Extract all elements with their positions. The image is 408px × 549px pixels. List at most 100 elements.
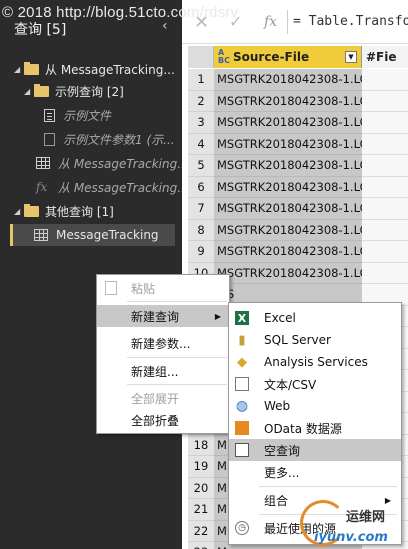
cube-icon: ◆ (237, 354, 247, 370)
row-number[interactable]: 4 (188, 133, 214, 155)
submenu-item-sql-server[interactable]: ▮ SQL Server (229, 329, 401, 351)
row-number[interactable]: 7 (188, 198, 214, 220)
tree-item-sample-file[interactable]: 示例文件 (44, 104, 111, 126)
submenu-item-analysis-services[interactable]: ◆ Analysis Services (229, 351, 401, 373)
table-cell-source-file[interactable]: MSGTRK2018042308-1.LOG (214, 241, 362, 263)
table-cell-source-file[interactable]: MSGTRK2018042308-1.LOG (214, 262, 362, 284)
tree-folder-other-queries[interactable]: ◢ 其他查询 [1] (14, 200, 114, 222)
table-cell-source-file[interactable]: MSGTRK2018042308-1.LOG (214, 219, 362, 241)
menu-item-new-group[interactable]: 新建组... (97, 360, 229, 382)
table-icon (36, 157, 50, 169)
menu-separator (259, 486, 397, 487)
table-row[interactable]: 1 MSGTRK2018042308-1.LOG (188, 69, 408, 91)
expand-triangle-icon[interactable]: ◢ (24, 87, 34, 96)
row-number[interactable]: 8 (188, 219, 214, 241)
logo-line2: iyunv.com (314, 530, 388, 545)
table-cell-fields[interactable] (362, 198, 408, 220)
table-cell-source-file[interactable]: MSGTRK2018042308-1.LOG (214, 90, 362, 112)
table-cell-fields[interactable] (362, 133, 408, 155)
column-header-fields[interactable]: #Fie (362, 46, 408, 68)
table-row[interactable]: 7 MSGTRK2018042308-1.LOG (188, 198, 408, 220)
table-cell-fields[interactable] (362, 155, 408, 177)
row-number[interactable]: 3 (188, 112, 214, 134)
menu-item-new-query[interactable]: 新建查询 ▶ (97, 305, 229, 327)
expand-triangle-icon[interactable]: ◢ (14, 65, 24, 74)
row-number[interactable]: 6 (188, 176, 214, 198)
menu-item-new-parameter[interactable]: 新建参数... (97, 332, 229, 354)
tree-item-sample-file-param[interactable]: 示例文件参数1 (示... (44, 128, 175, 150)
tree-item-from-messagetracking-table[interactable]: 从 MessageTracking... (36, 152, 189, 174)
submenu-item-odata[interactable]: OData 数据源 (229, 417, 401, 439)
menu-item-expand-all[interactable]: 全部展开 (97, 387, 229, 409)
folder-icon (34, 83, 49, 97)
column-header-source-file[interactable]: A BC Source-File ▼ (214, 46, 362, 68)
row-number[interactable]: 20 (188, 477, 214, 499)
table-row[interactable]: 8 MSGTRK2018042308-1.LOG (188, 219, 408, 241)
submenu-arrow-icon: ▶ (384, 495, 391, 505)
row-number[interactable]: 23 (188, 542, 214, 549)
submenu-item-web[interactable]: ◍ Web (229, 395, 401, 417)
table-cell-fields[interactable] (362, 176, 408, 198)
excel-icon: X (235, 311, 249, 325)
table-cell-fields[interactable] (362, 219, 408, 241)
table-menu-icon[interactable] (188, 46, 214, 68)
row-number[interactable]: 2 (188, 90, 214, 112)
tree-item-label: 从 MessageTracking... (58, 180, 189, 195)
folder-icon (24, 203, 39, 217)
grid-header: A BC Source-File ▼ #Fie (188, 46, 408, 68)
table-row[interactable]: 6 MSGTRK2018042308-1.LOG (188, 176, 408, 198)
paste-icon (105, 281, 117, 295)
table-cell-source-file[interactable]: MSGTRK2018042308-1.LOG (214, 155, 362, 177)
document-icon (44, 108, 55, 122)
submenu-item-blank-query[interactable]: 空查询 (229, 439, 401, 461)
row-number[interactable]: 18 (188, 434, 214, 456)
tree-item-label: 从 MessageTracking... (58, 156, 189, 171)
menu-item-paste[interactable]: 粘贴 (97, 277, 229, 299)
row-number[interactable]: 22 (188, 520, 214, 542)
menu-item-collapse-all[interactable]: 全部折叠 (97, 409, 229, 431)
fx-icon[interactable]: fx (264, 14, 277, 30)
filter-dropdown-icon[interactable]: ▼ (345, 51, 357, 63)
table-cell-fields[interactable] (362, 90, 408, 112)
queries-title: 查询 [5] (14, 22, 67, 38)
table-cell-fields[interactable] (362, 69, 408, 91)
row-number[interactable]: 19 (188, 456, 214, 478)
submenu-item-excel[interactable]: X Excel (229, 307, 401, 329)
expand-triangle-icon[interactable]: ◢ (14, 207, 24, 216)
odata-icon (235, 421, 249, 435)
row-number[interactable]: 21 (188, 499, 214, 521)
tree-item-label: 其他查询 [1] (45, 204, 114, 219)
table-cell-source-file[interactable]: MSGTRK2018042308-1.LOG (214, 112, 362, 134)
tree-folder-from-messagetracking[interactable]: ◢ 从 MessageTracking... (14, 58, 175, 80)
tree-item-messagetracking[interactable]: MessageTracking (10, 224, 175, 246)
submenu-arrow-icon: ▶ (214, 311, 221, 321)
table-row[interactable]: 3 MSGTRK2018042308-1.LOG (188, 112, 408, 134)
context-menu: 粘贴 新建查询 ▶ 新建参数... 新建组... 全部展开 全部折叠 (96, 274, 230, 434)
table-row[interactable]: 9 MSGTRK2018042308-1.LOG (188, 241, 408, 263)
tree-folder-sample-query[interactable]: ◢ 示例查询 [2] (24, 80, 124, 102)
function-icon: fx (36, 180, 48, 194)
table-cell-fields[interactable] (362, 241, 408, 263)
table-cell-fields[interactable] (362, 112, 408, 134)
table-row[interactable]: 5 MSGTRK2018042308-1.LOG (188, 155, 408, 177)
table-cell-source-file[interactable]: MSGTRK2018042308-1.LOG (214, 198, 362, 220)
table-cell-source-file[interactable]: MSGTRK2018042308-1.LOG (214, 176, 362, 198)
tree-item-label: 从 MessageTracking... (45, 62, 175, 77)
row-number[interactable]: 9 (188, 241, 214, 263)
submenu-item-more[interactable]: 更多... (229, 461, 401, 483)
table-cell-fields[interactable] (362, 262, 408, 284)
table-cell-source-file[interactable]: MSGTRK2018042308-1.LOG (214, 133, 362, 155)
formula-input[interactable]: = Table.Transfo (293, 14, 408, 29)
tree-item-label: MessageTracking (56, 228, 159, 242)
row-number[interactable]: 1 (188, 69, 214, 91)
folder-icon (24, 61, 39, 75)
submenu-item-text-csv[interactable]: 文本/CSV (229, 373, 401, 395)
divider (287, 10, 288, 34)
table-cell-source-file[interactable]: MSGTRK2018042308-1.LOG (214, 69, 362, 91)
row-number[interactable]: 5 (188, 155, 214, 177)
menu-separator (127, 357, 227, 358)
table-row[interactable]: 2 MSGTRK2018042308-1.LOG (188, 90, 408, 112)
tree-item-from-messagetracking-fx[interactable]: fx 从 MessageTracking... (36, 176, 189, 198)
watermark-text: © 2018 http://blog.51cto.com/rdsrv (2, 4, 239, 21)
table-row[interactable]: 4 MSGTRK2018042308-1.LOG (188, 133, 408, 155)
